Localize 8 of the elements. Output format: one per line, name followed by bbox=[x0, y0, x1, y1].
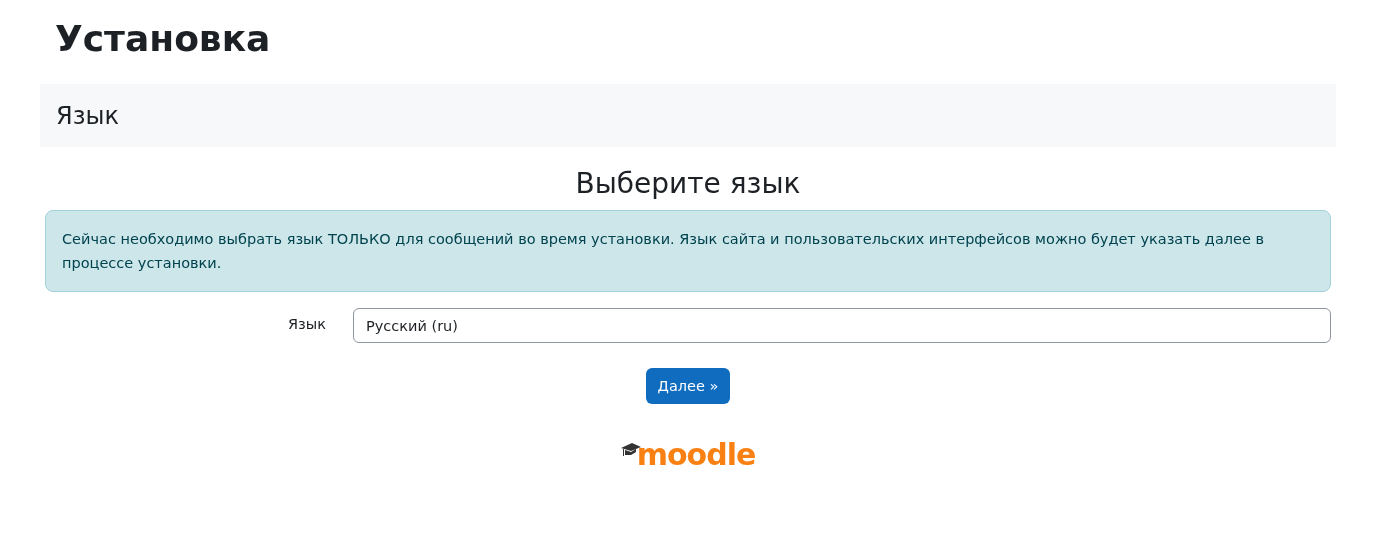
field-label: Язык bbox=[287, 315, 327, 332]
language-select[interactable]: Русский (ru) bbox=[353, 308, 1331, 343]
notice-text: Сейчас необходимо выбрать язык ТОЛЬКО для сообщений во время установки. Язык сайта и пользовательских интерфейсов можно будет указать далее в процессе установки. bbox=[62, 231, 1265, 271]
section-heading: Язык bbox=[56, 101, 119, 130]
page-title: Установка bbox=[54, 17, 272, 61]
form-heading: Выберите язык bbox=[574, 167, 802, 200]
next-button[interactable]: Далее » bbox=[645, 368, 731, 404]
moodle-logo: moodle bbox=[620, 440, 756, 470]
